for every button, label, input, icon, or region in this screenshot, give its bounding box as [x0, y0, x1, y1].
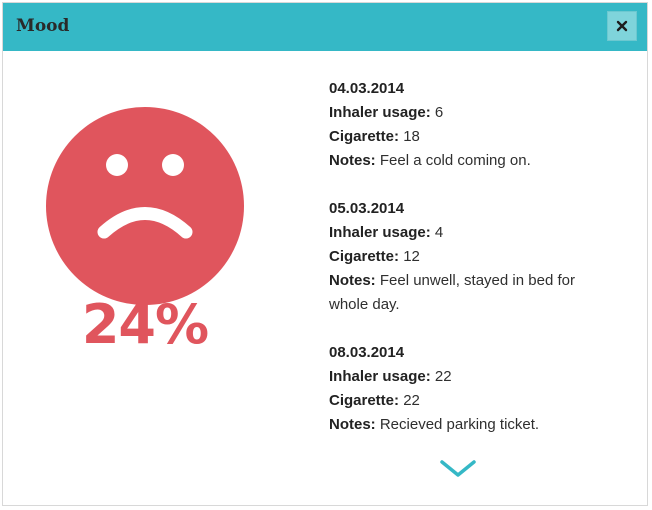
sad-face-icon [46, 107, 244, 310]
dialog-title: Mood [16, 16, 70, 36]
entry-cigarette: Cigarette: 12 [329, 248, 420, 265]
mood-dialog: Mood 24% 04.03.2014 Inhaler usage: 6 Cig… [2, 2, 648, 506]
entry-date: 08.03.2014 [329, 344, 405, 361]
dialog-header: Mood [3, 3, 647, 51]
entry-notes: Notes: Recieved parking ticket. [329, 416, 540, 433]
entries-list: 04.03.2014 Inhaler usage: 6 Cigarette: 1… [329, 77, 619, 461]
mood-percentage: 24% [81, 293, 209, 356]
chevron-down-icon [440, 460, 476, 477]
list-item: 05.03.2014 Inhaler usage: 4 Cigarette: 1… [329, 197, 619, 317]
entry-date: 05.03.2014 [329, 200, 405, 217]
entry-date: 04.03.2014 [329, 80, 405, 97]
entry-inhaler: Inhaler usage: 22 [329, 368, 452, 385]
entry-cigarette: Cigarette: 22 [329, 392, 420, 409]
close-icon [616, 20, 628, 32]
entry-notes: Notes: Feel a cold coming on. [329, 152, 531, 169]
scroll-down-button[interactable] [439, 459, 477, 484]
close-button[interactable] [607, 11, 637, 41]
entry-notes: Notes: Feel unwell, stayed in bed for wh… [329, 272, 575, 313]
list-item: 08.03.2014 Inhaler usage: 22 Cigarette: … [329, 341, 619, 437]
entry-cigarette: Cigarette: 18 [329, 128, 420, 145]
list-item: 04.03.2014 Inhaler usage: 6 Cigarette: 1… [329, 77, 619, 173]
entry-inhaler: Inhaler usage: 6 [329, 104, 444, 121]
entry-inhaler: Inhaler usage: 4 [329, 224, 444, 241]
